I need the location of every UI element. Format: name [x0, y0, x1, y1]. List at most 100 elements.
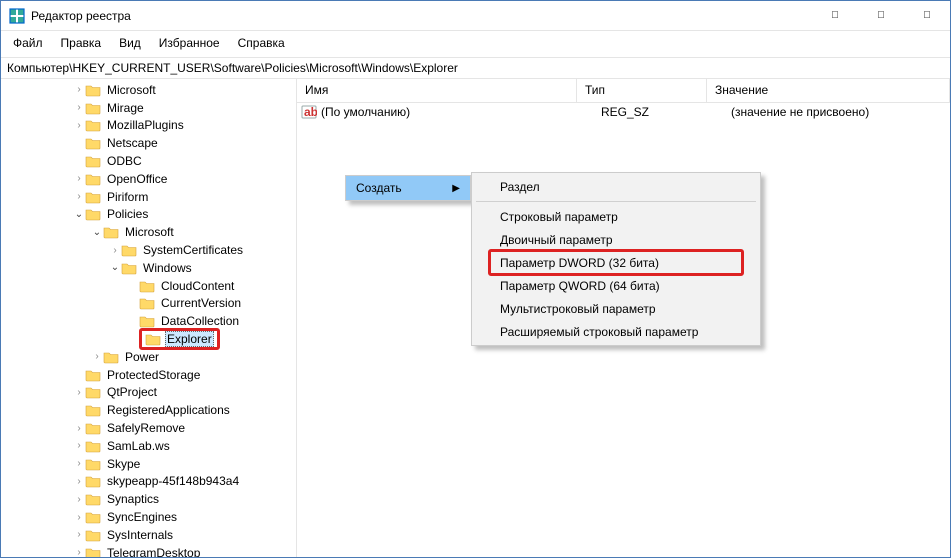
- tree-item-label: Piriform: [105, 190, 150, 204]
- chevron-right-icon[interactable]: ›: [73, 387, 85, 398]
- create-submenu: Раздел Строковый параметр Двоичный парам…: [471, 172, 761, 346]
- submenu-item-key[interactable]: Раздел: [474, 175, 758, 198]
- submenu-item-binary[interactable]: Двоичный параметр: [474, 228, 758, 251]
- maximize-button[interactable]: : [858, 1, 904, 30]
- submenu-item-dword[interactable]: Параметр DWORD (32 бита): [474, 251, 758, 274]
- submenu-item-string[interactable]: Строковый параметр: [474, 205, 758, 228]
- chevron-right-icon[interactable]: ›: [73, 529, 85, 540]
- tree-item[interactable]: RegisteredApplications: [1, 401, 296, 419]
- chevron-right-icon[interactable]: ›: [73, 120, 85, 131]
- tree-item[interactable]: ⌄ Windows: [1, 259, 296, 277]
- tree-item-label: ProtectedStorage: [105, 368, 202, 382]
- chevron-right-icon[interactable]: ›: [73, 440, 85, 451]
- tree-item[interactable]: › SafelyRemove: [1, 419, 296, 437]
- value-row-default[interactable]: ab (По умолчанию) REG_SZ (значение не пр…: [297, 103, 950, 121]
- tree-item[interactable]: CurrentVersion: [1, 295, 296, 313]
- chevron-down-icon[interactable]: ⌄: [91, 227, 103, 238]
- col-header-value[interactable]: Значение: [707, 79, 950, 102]
- tree-item[interactable]: Explorer: [1, 330, 296, 348]
- value-name: (По умолчанию): [321, 105, 593, 119]
- tree-item[interactable]: ProtectedStorage: [1, 366, 296, 384]
- tree-item[interactable]: › Skype: [1, 455, 296, 473]
- context-menu: Создать ▶: [345, 175, 471, 201]
- tree-pane[interactable]: ›Microsoft›Mirage›MozillaPluginsNetscape…: [1, 79, 297, 557]
- chevron-right-icon[interactable]: ›: [73, 423, 85, 434]
- tree-item-label: Policies: [105, 207, 150, 221]
- chevron-right-icon[interactable]: ›: [73, 191, 85, 202]
- tree-item-label: Microsoft: [105, 83, 158, 97]
- tree-item[interactable]: › Synaptics: [1, 490, 296, 508]
- tree-item[interactable]: ›SamLab.ws: [1, 437, 296, 455]
- chevron-right-icon[interactable]: ›: [73, 84, 85, 95]
- chevron-right-icon[interactable]: ›: [109, 245, 121, 256]
- tree-item-label: QtProject: [105, 385, 159, 399]
- tree-item[interactable]: › SystemCertificates: [1, 241, 296, 259]
- tree-item[interactable]: › SysInternals: [1, 526, 296, 544]
- tree-item-label: MozillaPlugins: [105, 118, 186, 132]
- submenu-item-qword[interactable]: Параметр QWORD (64 бита): [474, 274, 758, 297]
- tree-item[interactable]: ⌄ Policies: [1, 206, 296, 224]
- tree-item-label: CurrentVersion: [159, 296, 243, 310]
- menu-item-create[interactable]: Создать ▶: [346, 176, 470, 200]
- tree-item[interactable]: › Microsoft: [1, 81, 296, 99]
- chevron-right-icon[interactable]: ›: [73, 458, 85, 469]
- tree-item-label: OpenOffice: [105, 172, 169, 186]
- tree-item-label: ODBC: [105, 154, 144, 168]
- col-header-type[interactable]: Тип: [577, 79, 707, 102]
- tree-item-label: skypeapp-45f148b943a4: [105, 474, 241, 488]
- tree-item-label: Microsoft: [123, 225, 176, 239]
- tree-item-label: SyncEngines: [105, 510, 179, 524]
- tree-item-label: Synaptics: [105, 492, 161, 506]
- tree-item[interactable]: › TelegramDesktop: [1, 544, 296, 557]
- address-bar[interactable]: Компьютер\HKEY_CURRENT_USER\Software\Pol…: [1, 57, 950, 79]
- chevron-right-icon[interactable]: ›: [73, 512, 85, 523]
- tree-item-label: SafelyRemove: [105, 421, 187, 435]
- tree-item[interactable]: Netscape: [1, 134, 296, 152]
- tree-item-label: Power: [123, 350, 161, 364]
- chevron-down-icon[interactable]: ⌄: [109, 262, 121, 273]
- tree-item-label: Explorer: [165, 331, 214, 347]
- chevron-right-icon[interactable]: ›: [73, 547, 85, 557]
- separator: [476, 201, 756, 202]
- tree-item[interactable]: ›Mirage: [1, 99, 296, 117]
- tree-item-label: RegisteredApplications: [105, 403, 232, 417]
- menu-favorites[interactable]: Избранное: [151, 34, 228, 52]
- tree-item[interactable]: ⌄ Microsoft: [1, 223, 296, 241]
- tree-item[interactable]: › skypeapp-45f148b943a4: [1, 473, 296, 491]
- menu-help[interactable]: Справка: [230, 34, 293, 52]
- chevron-right-icon[interactable]: ›: [73, 476, 85, 487]
- tree-item-label: SystemCertificates: [141, 243, 245, 257]
- tree-item[interactable]: CloudContent: [1, 277, 296, 295]
- highlight-box: Explorer: [139, 328, 220, 350]
- menu-view[interactable]: Вид: [111, 34, 149, 52]
- chevron-right-icon[interactable]: ›: [73, 173, 85, 184]
- tree-item[interactable]: › SyncEngines: [1, 508, 296, 526]
- values-pane[interactable]: Имя Тип Значение ab (По умолчанию) REG_S…: [297, 79, 950, 557]
- tree-item[interactable]: ODBC: [1, 152, 296, 170]
- col-header-name[interactable]: Имя: [297, 79, 577, 102]
- menu-file[interactable]: Файл: [5, 34, 51, 52]
- string-value-icon: ab: [301, 104, 317, 120]
- chevron-right-icon[interactable]: ›: [73, 102, 85, 113]
- submenu-arrow-icon: ▶: [452, 183, 460, 194]
- tree-item[interactable]: › MozillaPlugins: [1, 117, 296, 135]
- tree-item-label: Skype: [105, 457, 142, 471]
- minimize-button[interactable]: : [812, 1, 858, 30]
- tree-item[interactable]: › Piriform: [1, 188, 296, 206]
- tree-item[interactable]: › Power: [1, 348, 296, 366]
- menu-edit[interactable]: Правка: [53, 34, 110, 52]
- tree-item-label: Netscape: [105, 136, 160, 150]
- window-title: Редактор реестра: [31, 9, 812, 23]
- tree-item-label: TelegramDesktop: [105, 546, 202, 557]
- close-button[interactable]: : [904, 1, 950, 30]
- tree-item-label: CloudContent: [159, 279, 236, 293]
- tree-item-label: SysInternals: [105, 528, 175, 542]
- tree-item[interactable]: › OpenOffice: [1, 170, 296, 188]
- chevron-right-icon[interactable]: ›: [91, 351, 103, 362]
- chevron-down-icon[interactable]: ⌄: [73, 209, 85, 220]
- tree-item-label: Windows: [141, 261, 194, 275]
- submenu-item-expandstring[interactable]: Расширяемый строковый параметр: [474, 320, 758, 343]
- submenu-item-multistring[interactable]: Мультистроковый параметр: [474, 297, 758, 320]
- tree-item[interactable]: › QtProject: [1, 384, 296, 402]
- chevron-right-icon[interactable]: ›: [73, 494, 85, 505]
